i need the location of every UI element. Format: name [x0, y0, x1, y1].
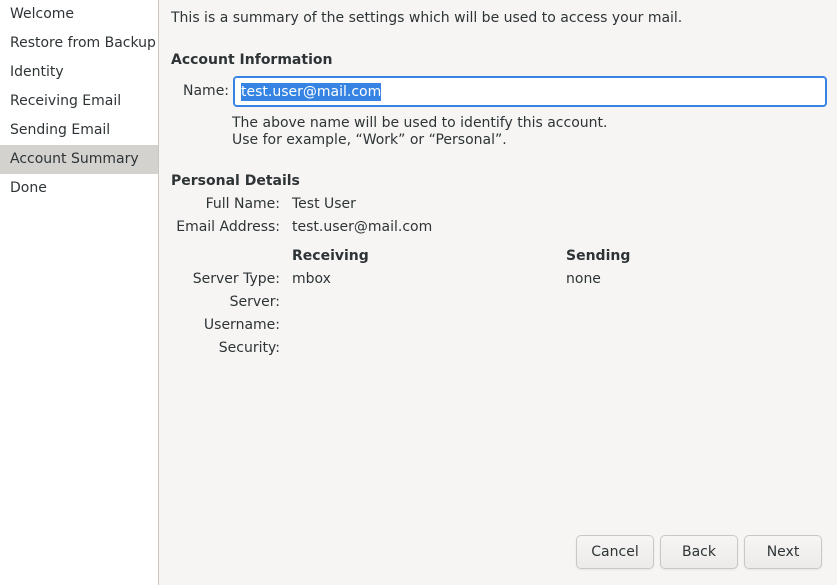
name-hint-line-2: Use for example, “Work” or “Personal”. — [232, 132, 507, 148]
account-name-input[interactable]: test.user@mail.com — [233, 76, 827, 107]
full-name-value: Test User — [292, 196, 356, 212]
security-label: Security: — [218, 340, 280, 356]
account-name-value: test.user@mail.com — [241, 82, 382, 101]
sidebar-item-sending-email[interactable]: Sending Email — [0, 116, 158, 145]
back-button[interactable]: Back — [660, 535, 738, 569]
sidebar-item-receiving-email[interactable]: Receiving Email — [0, 87, 158, 116]
sidebar-item-done[interactable]: Done — [0, 174, 158, 203]
intro-text: This is a summary of the settings which … — [171, 10, 683, 26]
receiving-heading: Receiving — [292, 248, 369, 264]
server-type-label: Server Type: — [192, 271, 280, 287]
cancel-button[interactable]: Cancel — [576, 535, 654, 569]
full-name-label: Full Name: — [205, 196, 280, 212]
sidebar-item-identity[interactable]: Identity — [0, 58, 158, 87]
main-content: This is a summary of the settings which … — [159, 0, 837, 585]
personal-details-heading: Personal Details — [171, 173, 300, 189]
sending-server-type-value: none — [566, 271, 601, 287]
name-label: Name: — [183, 83, 230, 99]
email-address-value: test.user@mail.com — [292, 219, 433, 235]
account-information-heading: Account Information — [171, 52, 333, 68]
sending-heading: Sending — [566, 248, 631, 264]
server-label: Server: — [229, 294, 280, 310]
receiving-server-type-value: mbox — [292, 271, 331, 287]
sidebar-item-account-summary[interactable]: Account Summary — [0, 145, 158, 174]
next-button[interactable]: Next — [744, 535, 822, 569]
email-address-label: Email Address: — [176, 219, 280, 235]
name-hint-line-1: The above name will be used to identify … — [232, 115, 608, 131]
sidebar: Welcome Restore from Backup Identity Rec… — [0, 0, 159, 585]
sidebar-item-welcome[interactable]: Welcome — [0, 0, 158, 29]
sidebar-item-restore-from-backup[interactable]: Restore from Backup — [0, 29, 158, 58]
username-label: Username: — [203, 317, 280, 333]
